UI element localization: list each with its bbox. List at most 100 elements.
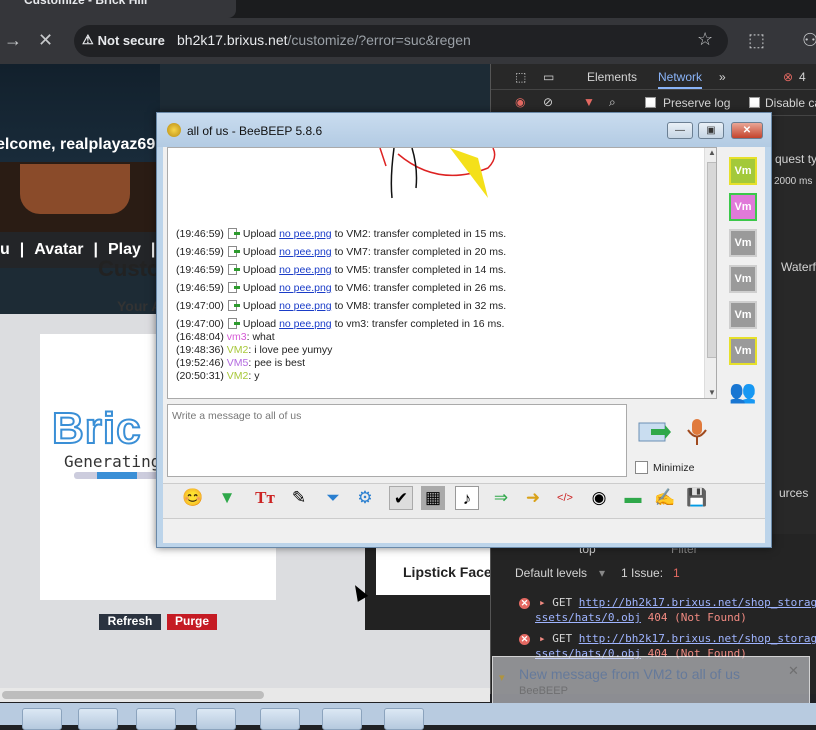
more-tabs-icon[interactable]: » bbox=[719, 70, 726, 84]
waterfall-header: Waterf bbox=[781, 260, 816, 274]
beebeep-app-icon bbox=[167, 123, 181, 137]
purge-button[interactable]: Purge bbox=[167, 614, 217, 630]
user-badge[interactable]: Vm bbox=[729, 193, 757, 221]
bookmark-star-icon[interactable]: ☆ bbox=[697, 29, 713, 50]
edit-icon[interactable]: ✍ bbox=[653, 486, 677, 510]
user-badge[interactable]: Vm bbox=[729, 265, 757, 293]
beebeep-window: all of us - BeeBEEP 5.8.6 — ▣ ✕ (19:46:5… bbox=[156, 112, 772, 548]
close-window-button[interactable]: ✕ bbox=[731, 122, 763, 139]
nav-item-avatar[interactable]: Avatar bbox=[34, 241, 83, 259]
user-badge[interactable]: Vm bbox=[729, 229, 757, 257]
send-icon[interactable] bbox=[637, 417, 671, 447]
record-icon[interactable]: ◉ bbox=[515, 95, 525, 109]
taskbar-media-icon[interactable] bbox=[196, 708, 236, 730]
spell-check-icon[interactable]: ✔ bbox=[389, 486, 413, 510]
file-transfer-icon bbox=[227, 228, 241, 239]
html-code-icon[interactable]: </> bbox=[553, 486, 577, 510]
console-error-row[interactable]: ▸ GET http://bh2k17.brixus.net/shop_stor… bbox=[539, 596, 816, 609]
window-title: all of us - BeeBEEP 5.8.6 bbox=[187, 124, 323, 138]
taskbar-explorer-icon[interactable] bbox=[136, 708, 176, 730]
disable-cache-checkbox[interactable] bbox=[749, 97, 760, 108]
taskbar-chrome-icon[interactable] bbox=[260, 708, 300, 730]
save-icon[interactable]: 💾 bbox=[685, 486, 709, 510]
stop-loading-icon[interactable]: ✕ bbox=[38, 31, 53, 49]
timeline-ms: 2000 ms bbox=[774, 176, 813, 187]
error-icon: ✕ bbox=[519, 634, 530, 645]
refresh-button[interactable]: Refresh bbox=[99, 614, 161, 630]
minimize-option[interactable]: Minimize bbox=[635, 461, 694, 474]
chat-user: VM2 bbox=[226, 344, 249, 356]
terminal-icon[interactable]: ▬ bbox=[621, 486, 645, 510]
group-users-icon[interactable]: 👥 bbox=[729, 379, 756, 405]
note-icon[interactable]: ♪ bbox=[455, 486, 479, 510]
file-link[interactable]: no pee.png bbox=[279, 300, 332, 312]
inspect-icon[interactable]: ⬚ bbox=[515, 70, 526, 84]
horizontal-scrollbar[interactable] bbox=[0, 688, 490, 702]
nav-item-menu[interactable]: u bbox=[0, 241, 10, 259]
palette-icon[interactable]: ▼ bbox=[215, 486, 239, 510]
browser-tab[interactable]: Customize - Brick Hill bbox=[0, 0, 236, 18]
file-link[interactable]: no pee.png bbox=[279, 282, 332, 294]
preserve-log-checkbox[interactable] bbox=[645, 97, 656, 108]
file-link[interactable]: no pee.png bbox=[279, 228, 332, 240]
issue-flag-icon: 1 bbox=[673, 566, 680, 580]
upload-message: (19:46:59) Upload no pee.png to VM6: tran… bbox=[176, 282, 507, 294]
chat-message: (19:48:36) VM2: i love pee yumyy bbox=[176, 344, 333, 356]
chat-log[interactable]: (19:46:59) Upload no pee.png to VM2: tran… bbox=[167, 147, 717, 399]
device-toggle-icon[interactable]: ▭ bbox=[543, 70, 554, 84]
close-icon[interactable]: ✕ bbox=[788, 663, 799, 679]
notification-toast[interactable]: ▾ New message from VM2 to all of us BeeB… bbox=[492, 656, 810, 704]
extensions-icon[interactable]: ⬚ bbox=[748, 31, 765, 49]
file-transfer-icon bbox=[227, 264, 241, 275]
shared-image-preview bbox=[379, 148, 496, 199]
upload-message: (19:46:59) Upload no pee.png to VM7: tran… bbox=[176, 246, 507, 258]
file-link[interactable]: no pee.png bbox=[279, 318, 332, 330]
console-error-row[interactable]: ▸ GET http://bh2k17.brixus.net/shop_stor… bbox=[539, 632, 816, 645]
message-input[interactable]: Write a message to all of us bbox=[167, 404, 627, 477]
taskbar-ie-icon[interactable] bbox=[22, 708, 62, 730]
default-levels-select[interactable]: Default levels bbox=[515, 566, 587, 580]
security-indicator[interactable]: ⚠ Not secure bbox=[82, 32, 165, 48]
screenshot-icon[interactable]: ◉ bbox=[587, 486, 611, 510]
taskbar-paint-icon[interactable] bbox=[384, 708, 424, 730]
status-bar bbox=[163, 521, 765, 543]
image-icon[interactable]: ▦ bbox=[421, 486, 445, 510]
filter-icon[interactable]: ▼ bbox=[583, 95, 595, 109]
chat-scrollbar[interactable]: ▲ ▼ bbox=[704, 148, 716, 398]
error-count: 4 bbox=[799, 70, 806, 84]
taskbar-beebeep-icon[interactable] bbox=[322, 708, 362, 730]
minimize-checkbox[interactable] bbox=[635, 461, 648, 474]
user-badge[interactable]: Vm bbox=[729, 301, 757, 329]
filter-icon[interactable]: ⏷ bbox=[321, 486, 345, 510]
send-folder-icon[interactable]: ➜ bbox=[521, 486, 545, 510]
clear-icon[interactable]: ⊘ bbox=[543, 95, 553, 109]
send-file-icon[interactable]: ⇒ bbox=[489, 486, 513, 510]
microphone-icon[interactable] bbox=[683, 417, 711, 447]
color-picker-icon[interactable]: ✎ bbox=[287, 486, 311, 510]
user-badge[interactable]: Vm bbox=[729, 157, 757, 185]
maximize-window-button[interactable]: ▣ bbox=[698, 122, 724, 139]
url-text[interactable]: bh2k17.brixus.net/customize/?error=suc&r… bbox=[177, 32, 471, 48]
user-badge[interactable]: Vm bbox=[729, 337, 757, 365]
upload-message: (19:46:59) Upload no pee.png to VM2: tran… bbox=[176, 228, 507, 240]
beebeep-titlebar[interactable]: all of us - BeeBEEP 5.8.6 — ▣ ✕ bbox=[157, 113, 771, 147]
file-link[interactable]: no pee.png bbox=[279, 246, 332, 258]
sources-tab[interactable]: urces bbox=[779, 486, 808, 500]
font-icon[interactable]: Tт bbox=[253, 486, 277, 510]
tab-network[interactable]: Network bbox=[658, 70, 703, 89]
scroll-up-icon: ▲ bbox=[708, 148, 716, 157]
minimize-window-button[interactable]: — bbox=[667, 122, 693, 139]
emoticon-icon[interactable]: 😊 bbox=[181, 486, 205, 510]
forward-icon[interactable]: → bbox=[4, 31, 22, 49]
upload-message: (19:47:00) Upload no pee.png to VM8: tran… bbox=[176, 300, 507, 312]
file-link[interactable]: no pee.png bbox=[279, 264, 332, 276]
profile-icon[interactable]: ⚇ bbox=[802, 31, 816, 49]
search-icon[interactable]: ⌕ bbox=[609, 95, 616, 110]
taskbar-firefox-icon[interactable] bbox=[78, 708, 118, 730]
file-transfer-icon bbox=[227, 282, 241, 293]
issue-count[interactable]: 1 Issue: bbox=[621, 566, 663, 580]
settings-icon[interactable]: ⚙ bbox=[353, 486, 377, 510]
chat-message: (20:50:31) VM2: y bbox=[176, 370, 260, 382]
error-icon[interactable]: ⊗ bbox=[783, 70, 793, 84]
tab-elements[interactable]: Elements bbox=[587, 70, 637, 84]
